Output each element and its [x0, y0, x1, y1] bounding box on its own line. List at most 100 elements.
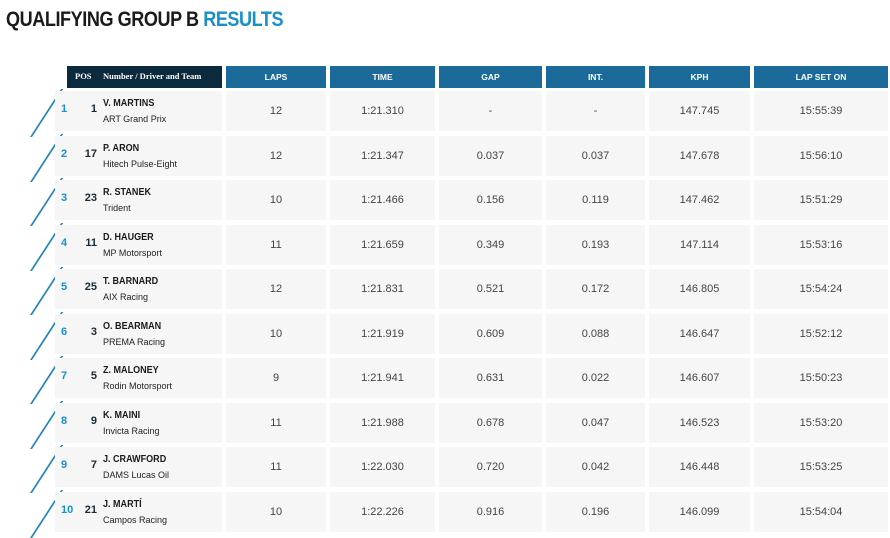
cell-laps: 12 [226, 269, 326, 309]
table-row[interactable]: 9 7 J. CRAWFORD DAMS Lucas Oil 11 1:22.030 0.7… [0, 445, 890, 493]
header-gap[interactable]: GAP [439, 66, 542, 88]
cell-lap-set-on: 15:52:12 [754, 313, 888, 354]
car-number: 5 [90, 370, 97, 382]
cell-laps: 9 [226, 358, 326, 398]
cell-int: 0.037 [546, 135, 645, 176]
position: 8 [61, 414, 68, 427]
driver-cell: 2 17 P. ARON Hitech Pulse-Eight [55, 135, 222, 176]
driver-name[interactable]: Z. MALONEY [103, 364, 159, 376]
car-number: 1 [90, 103, 97, 115]
driver-name[interactable]: K. MAINI [103, 409, 140, 421]
team-name: AIX Racing [103, 292, 149, 302]
driver-name[interactable]: D. HAUGER [103, 231, 154, 243]
page-title-main: QUALIFYING GROUP B [6, 8, 199, 31]
cell-gap: 0.916 [439, 491, 542, 532]
cell-int: - [546, 91, 645, 131]
car-number: 21 [84, 503, 97, 516]
table-row[interactable]: 3 23 R. STANEK Trident 10 1:21.466 0.156 0.119 1… [0, 178, 890, 226]
cell-kph: 146.523 [649, 402, 750, 443]
table-row[interactable]: 6 3 O. BEARMAN PREMA Racing 10 1:21.919 0.609 0… [0, 311, 890, 360]
cell-laps: 12 [226, 135, 326, 176]
driver-cell: 8 9 K. MAINI Invicta Racing [55, 402, 222, 443]
driver-name[interactable]: R. STANEK [103, 186, 151, 198]
cell-laps: 11 [226, 224, 326, 265]
car-number: 17 [84, 147, 97, 160]
cell-int: 0.196 [546, 491, 645, 532]
team-name: Rodin Motorsport [103, 381, 173, 391]
cell-lap-set-on: 15:53:20 [754, 402, 888, 443]
header-int[interactable]: INT. [546, 66, 645, 88]
cell-laps: 10 [226, 180, 326, 220]
cell-kph: 147.745 [649, 91, 750, 131]
cell-int: 0.172 [546, 269, 645, 309]
cell-kph: 147.114 [649, 224, 750, 265]
cell-laps: 10 [226, 491, 326, 532]
header-laps[interactable]: LAPS [226, 66, 326, 88]
driver-cell: 7 5 Z. MALONEY Rodin Motorsport [55, 358, 222, 398]
cell-time: 1:21.988 [330, 402, 435, 443]
driver-cell: 1 1 V. MARTINS ART Grand Prix [55, 91, 222, 131]
cell-time: 1:21.659 [330, 224, 435, 265]
table-row[interactable]: 7 5 Z. MALONEY Rodin Motorsport 9 1:21.941 0.6… [0, 356, 890, 404]
position: 5 [61, 281, 68, 293]
car-number: 23 [84, 192, 97, 204]
cell-time: 1:22.226 [330, 491, 435, 532]
car-number: 7 [90, 459, 97, 471]
position: 3 [61, 192, 68, 204]
cell-lap-set-on: 15:51:29 [754, 180, 888, 220]
table-row[interactable]: 5 25 T. BARNARD AIX Racing 12 1:21.831 0.521 0.… [0, 267, 890, 315]
cell-int: 0.088 [546, 313, 645, 354]
team-name: Trident [103, 203, 131, 213]
table-row[interactable]: 4 11 D. HAUGER MP Motorsport 11 1:21.659 0.349… [0, 222, 890, 271]
page-title-accent: RESULTS [203, 8, 284, 31]
driver-name[interactable]: O. BEARMAN [103, 320, 161, 332]
table-row[interactable]: 1 1 V. MARTINS ART Grand Prix 12 1:21.310- -14… [0, 89, 890, 137]
header-time[interactable]: TIME [330, 66, 435, 88]
car-number: 11 [85, 236, 97, 249]
position: 6 [61, 325, 68, 338]
car-number: 3 [90, 325, 97, 338]
driver-cell: 6 3 O. BEARMAN PREMA Racing [55, 313, 222, 354]
driver-cell: 3 23 R. STANEK Trident [55, 180, 222, 220]
cell-int: 0.193 [546, 224, 645, 265]
cell-time: 1:21.466 [330, 180, 435, 220]
table-header: POS Number / Driver and Team LAPS TIME G… [0, 66, 890, 88]
cell-int: 0.022 [546, 358, 645, 398]
driver-name[interactable]: J. CRAWFORD [103, 453, 166, 465]
driver-name[interactable]: V. MARTINS [103, 97, 154, 109]
cell-lap-set-on: 15:56:10 [754, 135, 888, 176]
header-lap-set-on[interactable]: LAP SET ON [754, 66, 888, 88]
car-number: 9 [90, 414, 97, 427]
team-name: Campos Racing [103, 514, 168, 525]
driver-cell: 10 21 J. MARTÍ Campos Racing [55, 491, 222, 532]
position: 4 [61, 236, 68, 249]
team-name: ART Grand Prix [103, 114, 167, 124]
cell-time: 1:21.347 [330, 135, 435, 176]
cell-gap: 0.521 [439, 269, 542, 309]
driver-name[interactable]: J. MARTÍ [103, 498, 142, 510]
cell-int: 0.042 [546, 447, 645, 487]
cell-gap: 0.037 [439, 135, 542, 176]
cell-lap-set-on: 15:50:23 [754, 358, 888, 398]
cell-gap: 0.156 [439, 180, 542, 220]
cell-gap: 0.609 [439, 313, 542, 354]
table-row[interactable]: 10 21 J. MARTÍ Campos Racing 10 1:22.226 0.916… [0, 489, 890, 538]
cell-lap-set-on: 15:53:16 [754, 224, 888, 265]
table-row[interactable]: 8 9 K. MAINI Invicta Racing 11 1:21.988 0.678 0… [0, 400, 890, 449]
cell-gap: - [439, 91, 542, 131]
driver-name[interactable]: T. BARNARD [103, 275, 158, 287]
driver-cell: 5 25 T. BARNARD AIX Racing [55, 269, 222, 309]
cell-time: 1:21.831 [330, 269, 435, 309]
position: 7 [61, 370, 68, 382]
driver-cell: 4 11 D. HAUGER MP Motorsport [55, 224, 222, 265]
cell-lap-set-on: 15:55:39 [754, 91, 888, 131]
header-kph[interactable]: KPH [649, 66, 750, 88]
team-name: PREMA Racing [103, 336, 166, 347]
cell-kph: 146.805 [649, 269, 750, 309]
driver-cell: 9 7 J. CRAWFORD DAMS Lucas Oil [55, 447, 222, 487]
driver-name[interactable]: P. ARON [103, 142, 139, 154]
table-row[interactable]: 2 17 P. ARON Hitech Pulse-Eight 12 1:21.347 0.… [0, 133, 890, 182]
position: 10 [61, 503, 74, 516]
cell-lap-set-on: 15:54:24 [754, 269, 888, 309]
cell-gap: 0.631 [439, 358, 542, 398]
